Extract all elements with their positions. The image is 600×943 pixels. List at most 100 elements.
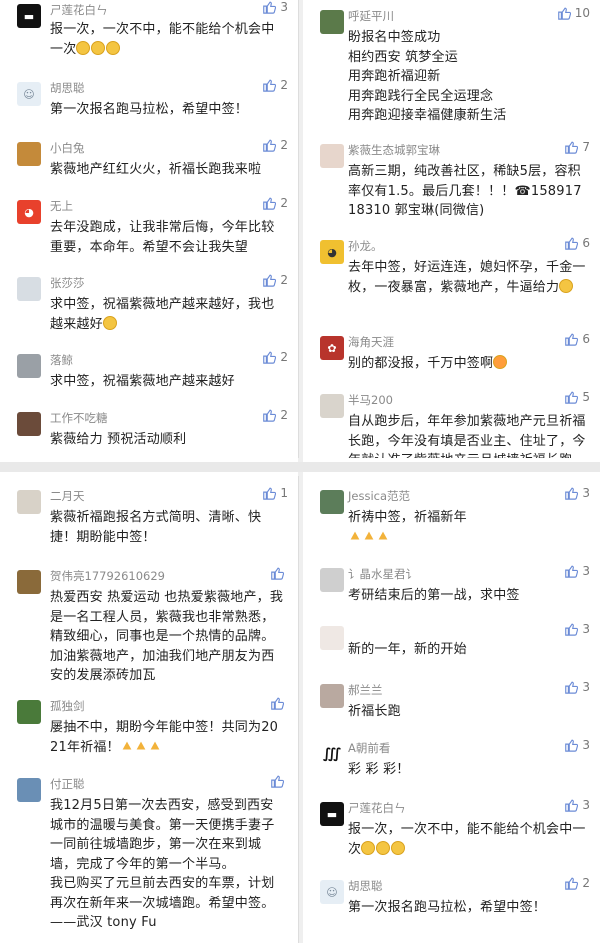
avatar — [17, 778, 41, 802]
comment-username: ㄕ莲花白ㄣ — [50, 3, 108, 17]
thumbs-up-icon — [271, 775, 284, 788]
comment-text: 自从跑步后，年年参加紫薇地产元旦祈福长跑，今年没有填是否业主、住址了，今年就认准… — [348, 414, 586, 458]
comment-username: 呼延平川 — [348, 9, 394, 23]
comment-item: ▬ ㄕ莲花白ㄣ 3 报一次，一次不中，能不能给个机会中一次 — [0, 0, 298, 60]
comment-username: 贺伟亮17792610629 — [50, 569, 165, 583]
grin-emoji-icon — [391, 840, 406, 855]
comment-username: ㄕ莲花白ㄣ — [348, 801, 406, 815]
comment-item: ∭ A朝前看 3 彩 彩 彩！ — [303, 738, 600, 788]
comment-text: 祈祷中签，祈福新年 — [348, 508, 588, 547]
comment-panel-top-left: ▬ ㄕ莲花白ㄣ 3 报一次，一次不中，能不能给个机会中一次 ☺ 胡思聪 2 第一… — [0, 0, 299, 458]
comment-item: 孤独剑 屡抽不中，期盼今年能中签！共同为2021年祈福！ — [0, 696, 298, 766]
like-button[interactable]: 2 — [262, 78, 288, 92]
comment-item: 讠晶水星君讠 3 考研结束后的第一战，求中签 — [303, 564, 600, 614]
like-button[interactable]: 6 — [564, 332, 590, 346]
thumbs-up-icon — [263, 274, 277, 287]
like-button[interactable] — [270, 696, 288, 710]
comment-item: 付正聪 我12月5日第一次去西安，感受到西安城市的温暖与美食。第一天便携手妻子一… — [0, 774, 298, 939]
pray-icon — [378, 531, 388, 539]
like-button[interactable]: 3 — [564, 798, 590, 812]
comment-item: ☺ 胡思聪 2 第一次报名跑马拉松，希望中签！ — [0, 78, 298, 128]
like-button[interactable]: 3 — [564, 738, 590, 752]
thumbs-up-icon — [565, 487, 579, 500]
thumbs-up-icon — [263, 1, 277, 14]
thumbs-up-icon — [271, 567, 284, 580]
comment-item: 工作不吃糖 2 紫薇给力 预祝活动顺利 — [0, 408, 298, 458]
avatar: ☺ — [320, 880, 344, 904]
avatar — [320, 684, 344, 708]
like-button[interactable]: 3 — [564, 622, 590, 636]
thumbs-up-icon — [263, 409, 277, 422]
grin-emoji-icon — [76, 40, 91, 55]
comment-item: 3 新的一年，新的开始 — [303, 622, 600, 672]
applause-icon — [136, 741, 146, 749]
thumbs-up-icon — [565, 237, 579, 250]
comment-username: 无上 — [50, 199, 73, 213]
like-button[interactable]: 3 — [564, 486, 590, 500]
like-button[interactable]: 6 — [564, 236, 590, 250]
avatar — [17, 354, 41, 378]
like-button[interactable]: 1 — [262, 486, 288, 500]
like-count: 2 — [280, 78, 288, 92]
like-count: 2 — [280, 138, 288, 152]
comment-username: 落鲸 — [50, 353, 73, 367]
like-button[interactable]: 5 — [564, 390, 590, 404]
avatar: ✿ — [320, 336, 344, 360]
comment-item: 张莎莎 2 求中签，祝福紫薇地产越来越好，我也越来越好 — [0, 273, 298, 343]
like-button[interactable]: 3 — [564, 680, 590, 694]
like-button[interactable]: 2 — [262, 350, 288, 364]
comment-username: Jessica范范 — [348, 489, 411, 503]
comment-item: ▬ ㄕ莲花白ㄣ 3 报一次，一次不中，能不能给个机会中一次 — [303, 798, 600, 858]
like-button[interactable]: 2 — [262, 138, 288, 152]
thumbs-up-icon — [565, 877, 579, 890]
like-button[interactable]: 2 — [262, 408, 288, 422]
like-button[interactable]: 2 — [262, 196, 288, 210]
like-count: 5 — [582, 390, 590, 404]
like-count: 3 — [582, 738, 590, 752]
pray-icon — [364, 531, 374, 539]
comment-item: 落鲸 2 求中签，祝福紫薇地产越来越好 — [0, 350, 298, 400]
comment-username: 郝兰兰 — [348, 683, 383, 697]
comment-text: 祈福长跑 — [348, 704, 401, 719]
like-button[interactable]: 3 — [564, 564, 590, 578]
thumbs-up-icon — [271, 697, 284, 710]
comment-text: 我12月5日第一次去西安，感受到西安城市的温暖与美食。第一天便携手妻子一同前往城… — [50, 798, 275, 930]
like-button[interactable]: 10 — [557, 6, 590, 20]
like-button[interactable]: 7 — [564, 140, 590, 154]
comment-item: ◕ 无上 2 去年没跑成，让我非常后悔，今年比较重要，本命年。希望不会让我失望 — [0, 196, 298, 266]
like-button[interactable] — [270, 774, 288, 788]
like-button[interactable]: 2 — [564, 876, 590, 890]
comment-text: 求中签，祝福紫薇地产越来越好，我也越来越好 — [50, 297, 275, 332]
comment-username: 讠晶水星君讠 — [348, 567, 417, 581]
avatar — [320, 10, 344, 34]
like-button[interactable]: 3 — [262, 0, 288, 14]
comment-panel-bottom-right: Jessica范范 3 祈祷中签，祈福新年 讠晶水星君讠 3 考研结束后的第一战… — [303, 476, 600, 943]
comment-text: 紫薇给力 预祝活动顺利 — [50, 432, 187, 447]
comment-text: 新的一年，新的开始 — [348, 642, 467, 657]
like-button[interactable] — [270, 566, 288, 580]
comment-text: 别的都没报，千万中签啊 — [348, 354, 588, 374]
thumbs-up-icon — [565, 623, 579, 636]
avatar: ∭ — [320, 742, 344, 766]
avatar — [17, 412, 41, 436]
like-count: 3 — [582, 798, 590, 812]
avatar — [320, 394, 344, 418]
comment-username: 半马200 — [348, 393, 393, 407]
thumbs-up-icon — [263, 139, 277, 152]
comment-username: 张莎莎 — [50, 276, 85, 290]
comment-username: 付正聪 — [50, 777, 85, 791]
comment-item: ✿ 海角天涯 6 别的都没报，千万中签啊 — [303, 332, 600, 382]
thumbs-up-icon — [565, 799, 579, 812]
thumbs-up-icon — [263, 79, 277, 92]
crying-emoji-icon — [559, 278, 574, 293]
thumbs-up-icon — [565, 739, 579, 752]
thumbs-up-icon — [565, 681, 579, 694]
horizontal-separator — [0, 462, 600, 472]
like-button[interactable]: 2 — [262, 273, 288, 287]
comment-username: 紫薇生态城郭宝琳 — [348, 143, 440, 157]
comment-username: 小白兔 — [50, 141, 85, 155]
pray-icon — [350, 531, 360, 539]
avatar — [17, 490, 41, 514]
comment-text: 高新三期，纯改善社区，稀缺5层，容积率仅有1.5。最后几套！！！☎1589171… — [348, 164, 582, 218]
avatar — [320, 490, 344, 514]
